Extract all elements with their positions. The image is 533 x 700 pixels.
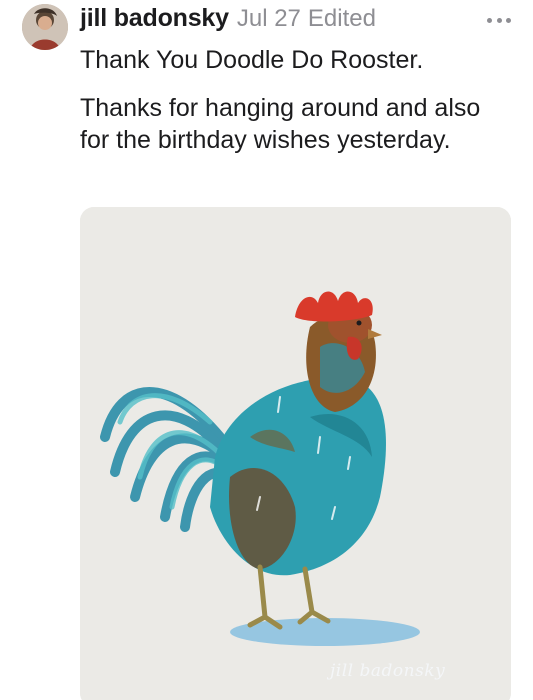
- post-date[interactable]: Jul 27: [237, 5, 301, 32]
- post: jill badonsky Jul 27 Edited Thank You Doo…: [0, 0, 533, 700]
- avatar[interactable]: [22, 4, 68, 50]
- author-name[interactable]: jill badonsky: [80, 4, 229, 33]
- avatar-image: [22, 4, 68, 50]
- more-horizontal-icon-dot: [506, 17, 511, 23]
- more-horizontal-icon-dot: [496, 17, 502, 23]
- painting-signature: jill badonsky: [330, 661, 446, 681]
- more-options-button[interactable]: [487, 10, 511, 30]
- edited-label: Edited: [307, 5, 376, 32]
- post-header: jill badonsky Jul 27 Edited: [80, 4, 376, 38]
- post-meta: Jul 27 Edited: [237, 5, 376, 33]
- more-horizontal-icon: [487, 17, 492, 23]
- post-image[interactable]: jill badonsky: [80, 207, 511, 700]
- rooster-painting: [80, 207, 511, 700]
- post-title: Thank You Doodle Do Rooster.: [80, 46, 424, 74]
- post-body: Thanks for hanging around and also for t…: [80, 94, 481, 154]
